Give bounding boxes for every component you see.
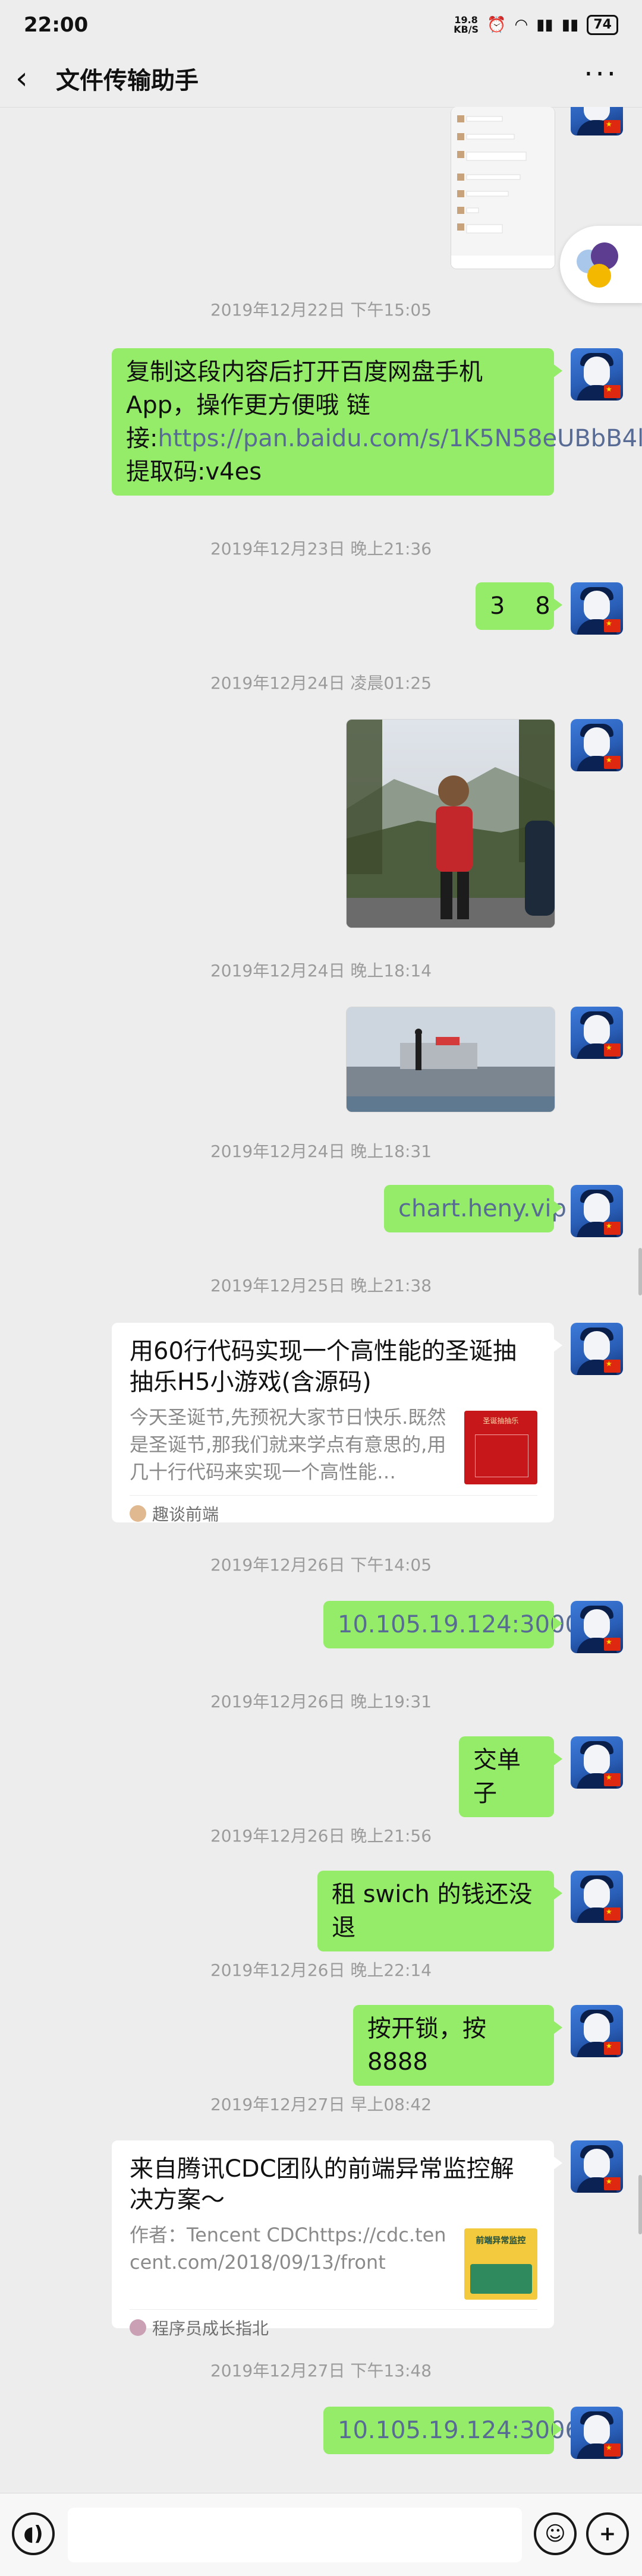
voice-icon[interactable]: ◖) <box>12 2512 55 2555</box>
message-bubble[interactable]: chart.heny.vip <box>384 1185 567 1232</box>
article-description: 今天圣诞节,先预祝大家节日快乐.既然是圣诞节,那我们就来学点有意思的,用几十行代… <box>130 1406 446 1483</box>
signal-icon: ▮▮ <box>536 16 553 34</box>
article-source: 程序员成长指北 <box>130 2309 537 2345</box>
article-card[interactable]: 来自腾讯CDC团队的前端异常监控解决方案～ 作者：Tencent CDChttp… <box>112 2140 562 2338</box>
source-avatar-icon <box>130 1505 146 1522</box>
message-text: 交单子 <box>473 1746 521 1807</box>
timestamp: 2019年12月23日 晚上21:36 <box>210 539 432 559</box>
article-body: 今天圣诞节,先预祝大家节日快乐.既然是圣诞节,那我们就来学点有意思的,用几十行代… <box>130 1404 537 1486</box>
scrollbar[interactable] <box>638 1248 642 1295</box>
scrollbar-thumb[interactable] <box>638 2175 642 2234</box>
message-text: 租 swich 的钱还没退 <box>332 1881 533 1941</box>
avatar[interactable] <box>571 1185 623 1237</box>
timestamp: 2019年12月26日 晚上21:56 <box>210 1826 432 1846</box>
timestamp: 2019年12月24日 凌晨01:25 <box>210 673 432 693</box>
source-name: 趣谈前端 <box>152 1505 219 1524</box>
avatar[interactable] <box>571 2140 623 2193</box>
screenshot-thumbnail <box>451 107 555 269</box>
image-message-screenshot[interactable] <box>451 107 555 269</box>
timestamp: 2019年12月27日 下午13:48 <box>210 2361 432 2380</box>
timestamp: 2019年12月26日 下午14:05 <box>210 1555 432 1575</box>
article-card[interactable]: 用60行代码实现一个高性能的圣诞抽抽乐H5小游戏(含源码) 今天圣诞节,先预祝大… <box>112 1323 562 1524</box>
timestamp: 2019年12月24日 晚上18:31 <box>210 1142 432 1161</box>
message-bubble[interactable]: 租 swich 的钱还没退 <box>317 1871 562 1951</box>
timestamp: 2019年12月26日 晚上22:14 <box>210 1960 432 1980</box>
message-bubble[interactable]: 3 8 <box>476 582 562 630</box>
floating-window-button[interactable] <box>560 226 642 303</box>
wifi-icon: ◠ <box>514 16 528 34</box>
chat-area[interactable]: 2019年12月22日 下午15:05 复制这段内容后打开百度网盘手机 App，… <box>0 107 642 2493</box>
status-icons: 19.8 KB/S ⏰ ◠ ▮▮ ▮▮ 74 <box>454 15 618 35</box>
avatar[interactable] <box>571 107 623 135</box>
avatar[interactable] <box>571 1871 623 1923</box>
article-body: 作者：Tencent CDChttps://cdc.tencent.com/20… <box>130 2221 537 2300</box>
thumbnail-text: 前端异常监控 <box>476 2236 526 2246</box>
article-thumbnail: 前端异常监控 <box>464 2228 537 2300</box>
timestamp: 2019年12月27日 早上08:42 <box>210 2095 432 2114</box>
article-source: 趣谈前端 <box>130 1495 537 1531</box>
more-button[interactable]: ··· <box>584 60 618 89</box>
chat-header: ‹ 文件传输助手 ··· <box>0 50 642 108</box>
avatar[interactable] <box>571 2407 623 2459</box>
message-bubble[interactable]: 交单子 <box>459 1736 562 1817</box>
message-link[interactable]: 10.105.19.124:3000 <box>338 1611 580 1638</box>
message-input[interactable] <box>68 2508 522 2562</box>
source-name: 程序员成长指北 <box>152 2319 269 2338</box>
source-avatar-icon <box>130 2319 146 2336</box>
chevron-left-icon[interactable]: ‹ <box>15 50 51 107</box>
message-link[interactable]: 10.105.19.124:3006 <box>338 2417 580 2444</box>
article-description: 作者：Tencent CDChttps://cdc.tencent.com/20… <box>130 2224 446 2274</box>
emoji-icon[interactable]: ☺ <box>534 2512 577 2555</box>
timestamp: 2019年12月22日 下午15:05 <box>210 300 432 320</box>
avatar[interactable] <box>571 719 623 771</box>
timestamp: 2019年12月25日 晚上21:38 <box>210 1276 432 1295</box>
status-bar: 22:00 19.8 KB/S ⏰ ◠ ▮▮ ▮▮ 74 <box>0 0 642 50</box>
plus-icon[interactable]: + <box>586 2512 629 2555</box>
image-message-photo-person[interactable] <box>346 719 555 928</box>
message-text: 按开锁，按 8888 <box>367 2015 486 2076</box>
avatar[interactable] <box>571 1323 623 1375</box>
article-thumbnail: 圣诞抽抽乐 <box>464 1411 537 1484</box>
thumbnail-text: 圣诞抽抽乐 <box>483 1417 519 1425</box>
alarm-icon: ⏰ <box>487 16 506 34</box>
message-bubble[interactable]: 按开锁，按 8888 <box>353 2005 562 2086</box>
photo-person-in-red-jacket <box>347 720 555 928</box>
status-time: 22:00 <box>24 13 89 37</box>
image-message-photo-stage[interactable] <box>346 1007 555 1112</box>
avatar[interactable] <box>571 348 623 401</box>
battery-icon: 74 <box>587 15 618 35</box>
network-speed-unit: KB/S <box>454 24 479 35</box>
avatar[interactable] <box>571 1007 623 1059</box>
message-bubble-baidu-link[interactable]: 复制这段内容后打开百度网盘手机 App，操作更方便哦 链接:https://pa… <box>112 348 642 496</box>
avatar[interactable] <box>571 2005 623 2057</box>
network-speed: 19.8 KB/S <box>454 15 479 34</box>
avatar[interactable] <box>571 582 623 635</box>
message-link[interactable]: chart.heny.vip <box>398 1195 567 1222</box>
timestamp: 2019年12月26日 晚上19:31 <box>210 1692 432 1711</box>
article-title: 用60行代码实现一个高性能的圣诞抽抽乐H5小游戏(含源码) <box>130 1338 517 1396</box>
input-bar: ◖) ☺ + <box>0 2493 642 2576</box>
page-title: 文件传输助手 <box>56 67 199 94</box>
avatar[interactable] <box>571 1736 623 1789</box>
signal-icon-2: ▮▮ <box>561 16 579 34</box>
photo-stage-scene <box>347 1007 555 1112</box>
message-link[interactable]: https://pan.baidu.com/s/1K5N58eUBbB4lFGI… <box>158 425 642 452</box>
message-text: 3 8 <box>490 592 550 620</box>
avatar[interactable] <box>571 1601 623 1653</box>
timestamp: 2019年12月24日 晚上18:14 <box>210 961 432 980</box>
article-title: 来自腾讯CDC团队的前端异常监控解决方案～ <box>130 2155 514 2214</box>
message-bubble[interactable]: 10.105.19.124:3000 <box>323 1601 580 1648</box>
float-dot <box>587 264 611 288</box>
message-bubble[interactable]: 10.105.19.124:3006 <box>323 2407 580 2454</box>
message-text-tail: 提取码:v4es <box>126 458 262 485</box>
